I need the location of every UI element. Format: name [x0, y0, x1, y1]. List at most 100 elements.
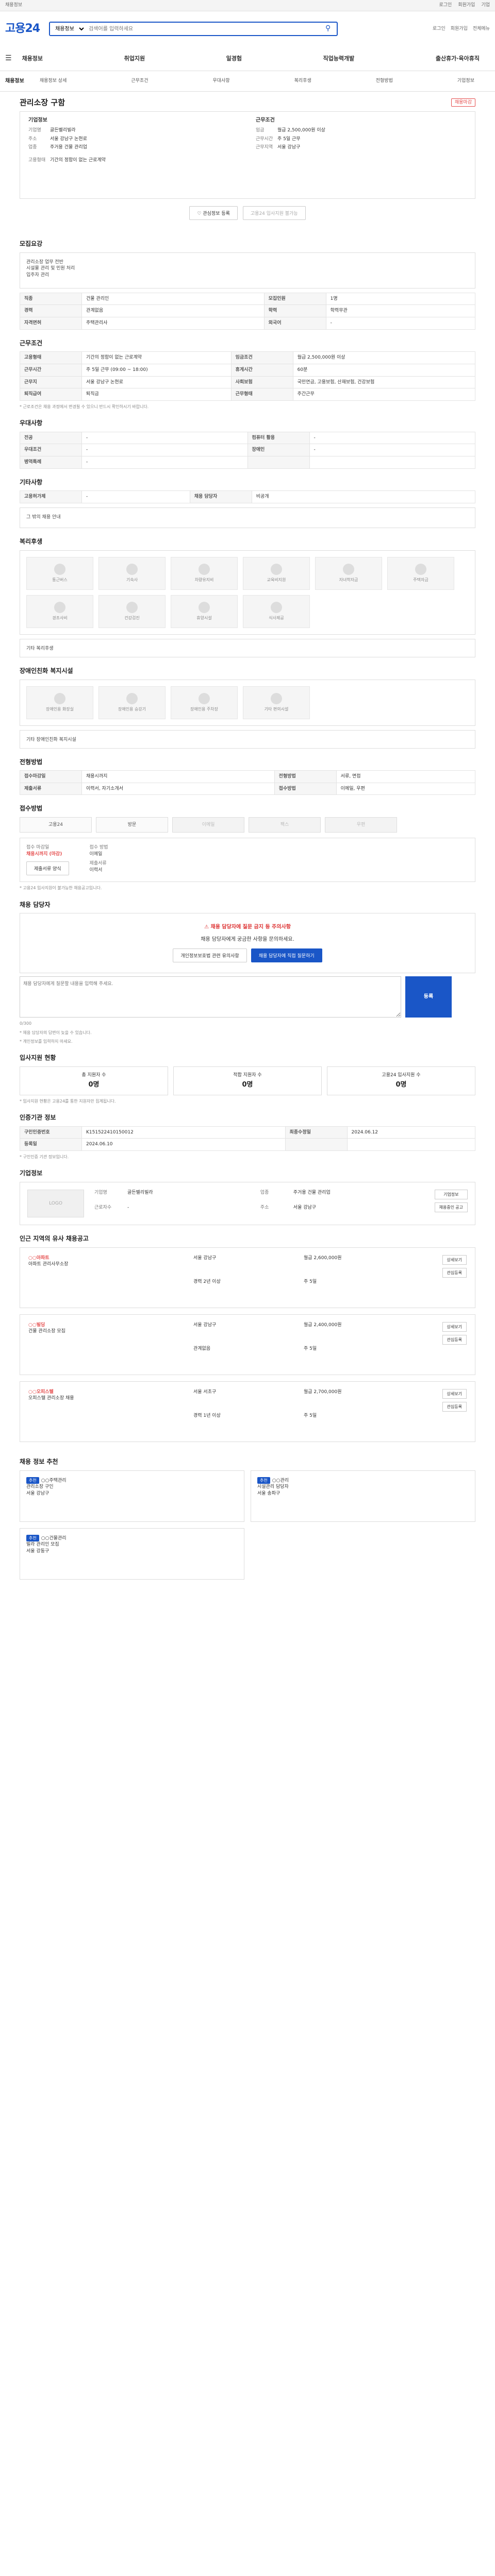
ask-question-button[interactable]: 채용 담당자에 직접 질문하기 — [251, 948, 322, 963]
site-logo[interactable]: 고용24 — [5, 21, 40, 37]
job-card-condition: 관계없음 — [193, 1346, 211, 1351]
recruit-table: 직종 건물 관리인 모집인원 1명 경력 관계없음 학력 학력무관 자격면허 주택관리사 외국어 - — [20, 292, 476, 330]
pref-section: 우대사항 전공 - 컴퓨터 활용 - 우대조건 - 장애인 - 병역특례 - — [20, 410, 475, 469]
welfare-item: 주택자금 — [387, 556, 454, 590]
recommend-card[interactable]: 추천 ○○주택관리 관리소장 구인 서울 강남구 — [20, 1470, 244, 1522]
job-card[interactable]: ○○오피스텔 오피스텔 관리소장 채용 서울 서초구 월급 2,700,000원 경력 … — [20, 1381, 475, 1442]
welfare-label: 경조사비 — [52, 616, 68, 621]
recommend-company: ○○주택관리 — [41, 1478, 67, 1483]
job-card-title[interactable]: 아파트 관리사무소장 — [28, 1261, 183, 1268]
job-detail-button[interactable]: 상세보기 — [442, 1255, 467, 1265]
job-card[interactable]: ○○아파트 아파트 관리사무소장 서울 강남구 월급 2,600,000원 경력 2년 … — [20, 1247, 475, 1308]
lnb-tab[interactable]: 채용정보 상세 — [40, 78, 67, 84]
table-cell: 학력무관 — [325, 304, 476, 317]
gnb-menu-item[interactable]: 취업지원 — [124, 55, 145, 62]
topbar-signup-link[interactable]: 회원가입 — [458, 2, 475, 9]
table-header-cell: 직종 — [20, 292, 82, 306]
recommend-title[interactable]: 빌라 관리인 모집 — [26, 1541, 238, 1548]
job-card[interactable]: ○○빌딩 건물 관리소장 모집 서울 강남구 월급 2,400,000원 관계없음 주 5… — [20, 1314, 475, 1375]
job-card-company: ○○오피스텔 — [28, 1389, 54, 1395]
stat-card: 고용24 입사지원 수 0명 — [327, 1066, 475, 1095]
form-download-button[interactable]: 제출서류 양식 — [26, 861, 69, 876]
apply-method-option[interactable]: 팩스 — [249, 817, 321, 833]
work-section: 근무조건 고용형태 기간의 정함이 없는 근로계약 임금조건 월급 2,500,000… — [20, 330, 476, 410]
job-card-company: ○○아파트 — [28, 1255, 50, 1261]
job-card-actions: 상세보기관심등록 — [415, 1388, 467, 1434]
apply-method-option[interactable]: 우편 — [325, 817, 397, 833]
welfare-note: 기타 복리후생 — [20, 638, 475, 657]
job-card-title[interactable]: 오피스텔 관리소장 채용 — [28, 1395, 183, 1402]
welfare-icons: 통근버스 기숙사 차량유지비 교육비지원 자녀학자금 주택자금 경조사비 건강검진 휴양시설 식사… — [26, 556, 469, 628]
job-detail-button[interactable]: 상세보기 — [442, 1388, 467, 1399]
job-scrap-button[interactable]: 관심등록 — [442, 1334, 467, 1345]
gnb-menu-item[interactable]: 출산휴가·육아휴직 — [436, 55, 480, 62]
login-link[interactable]: 로그인 — [433, 26, 446, 32]
lnb-tab[interactable]: 전형방법 — [376, 78, 393, 84]
welfare-item: 휴양시설 — [171, 595, 238, 628]
company-name[interactable]: 골든벨리빌라 — [50, 127, 239, 134]
question-textarea[interactable] — [20, 976, 401, 1018]
job-scrap-button[interactable]: 관심등록 — [442, 1267, 467, 1278]
gnb-menu-item[interactable]: 일경험 — [226, 55, 242, 62]
summary-company-heading: 기업정보 — [28, 117, 47, 123]
other-jobs-title: 인근 지역의 유사 채용공고 — [20, 1234, 89, 1242]
search-input[interactable] — [86, 23, 320, 35]
all-menu-link[interactable]: 전체메뉴 — [473, 26, 490, 32]
recommend-title[interactable]: 관리소장 구인 — [26, 1484, 238, 1490]
topbar-company-link[interactable]: 기업 — [481, 2, 490, 9]
job-actions: ♡ 관심정보 등록 고용24 입사지원 불가능 — [5, 206, 490, 220]
disabled-title: 장애인친화 복지시설 — [20, 667, 73, 674]
header-utils: 로그인 회원가입 전체메뉴 — [433, 26, 490, 32]
job-card-condition: 주 5일 — [304, 1346, 317, 1351]
apply-method-option[interactable]: 고용24 — [20, 817, 92, 833]
company-info-button[interactable]: 기업정보 — [434, 1189, 468, 1199]
lnb-tab[interactable]: 근무조건 — [131, 78, 148, 84]
qna-warning-text: 채용 담당자에 질문 금지 등 주의사항 — [210, 924, 291, 930]
recommend-title[interactable]: 시설관리 담당자 — [257, 1484, 469, 1490]
table-header-cell: 사회보험 — [230, 376, 293, 389]
company-name-key: 기업명 — [94, 1190, 107, 1195]
recommend-card[interactable]: 추천 ○○건물관리 빌라 관리인 모집 서울 강동구 — [20, 1528, 244, 1580]
table-cell: 주간근무 — [292, 388, 476, 401]
company-buttons: 기업정보 채용중인 공고 — [434, 1189, 468, 1217]
disabled-icons: 장애인용 화장실 장애인용 승강기 장애인용 주차장 기타 편의시설 — [26, 686, 469, 719]
privacy-notice-button[interactable]: 개인정보보호법 관련 유의사항 — [173, 948, 247, 963]
salary: 월급 2,500,000원 이상 — [277, 128, 325, 133]
recruit-title: 모집요강 — [20, 240, 43, 247]
welfare-icon — [199, 602, 210, 614]
table-row: 고용형태 기간의 정함이 없는 근로계약 임금조건 월급 2,500,000원 이상 — [20, 351, 476, 364]
company-jobs-button[interactable]: 채용중인 공고 — [434, 1202, 468, 1212]
lnb-tab[interactable]: 복리후생 — [294, 78, 311, 84]
apply-stats-note: * 입사지원 현황은 고용24를 통한 지원자만 집계됩니다. — [20, 1098, 116, 1104]
apply-button[interactable]: 고용24 입사지원 불가능 — [242, 206, 306, 220]
welfare-icon — [415, 564, 426, 575]
table-header-cell: 채용 담당자 — [189, 490, 252, 503]
table-header-cell: 모집인원 — [263, 292, 326, 306]
lnb-tab[interactable]: 기업정보 — [457, 78, 474, 84]
job-scrap-button[interactable]: 관심등록 — [442, 1401, 467, 1412]
question-submit-button[interactable]: 등록 — [405, 976, 452, 1018]
company-industry-value: 주거용 건물 관리업 — [293, 1190, 331, 1195]
gnb-menu-item[interactable]: 채용정보 — [22, 55, 43, 62]
recommend-card[interactable]: 추천 ○○관리 시설관리 담당자 서울 송파구 — [251, 1470, 475, 1522]
search-category-select[interactable]: 채용정보 — [50, 23, 86, 35]
topbar-login-link[interactable]: 로그인 — [439, 2, 452, 9]
signup-link[interactable]: 회원가입 — [451, 26, 468, 32]
welfare-item: 교육비지원 — [243, 556, 310, 590]
apply-method-block: 접수 방법 이메일 제출서류 이력서 — [90, 844, 108, 875]
job-summary-card: 기업정보 기업명 골든벨리빌라 주소 서울 강남구 논현로 업종 주거용 건물 관리업… — [20, 111, 475, 199]
job-card-left: ○○빌딩 건물 관리소장 모집 — [28, 1322, 183, 1367]
search-icon[interactable]: ⚲ — [319, 23, 337, 35]
apply-method-option[interactable]: 방문 — [96, 817, 168, 833]
lnb-tab[interactable]: 우대사항 — [212, 78, 229, 84]
gnb-menu-item[interactable]: 직업능력개발 — [323, 55, 355, 62]
job-detail-button[interactable]: 상세보기 — [442, 1321, 467, 1332]
table-cell: K151522410150012 — [81, 1126, 286, 1139]
hamburger-icon[interactable]: ☰ — [5, 54, 12, 64]
apply-method-option[interactable]: 이메일 — [172, 817, 244, 833]
industry-label: 업종 — [28, 145, 37, 150]
company-industry-key: 업종 — [260, 1190, 269, 1195]
stat-card: 총 지원자 수 0명 — [20, 1066, 168, 1095]
scrap-button[interactable]: ♡ 관심정보 등록 — [189, 206, 238, 220]
job-card-title[interactable]: 건물 관리소장 모집 — [28, 1328, 183, 1335]
